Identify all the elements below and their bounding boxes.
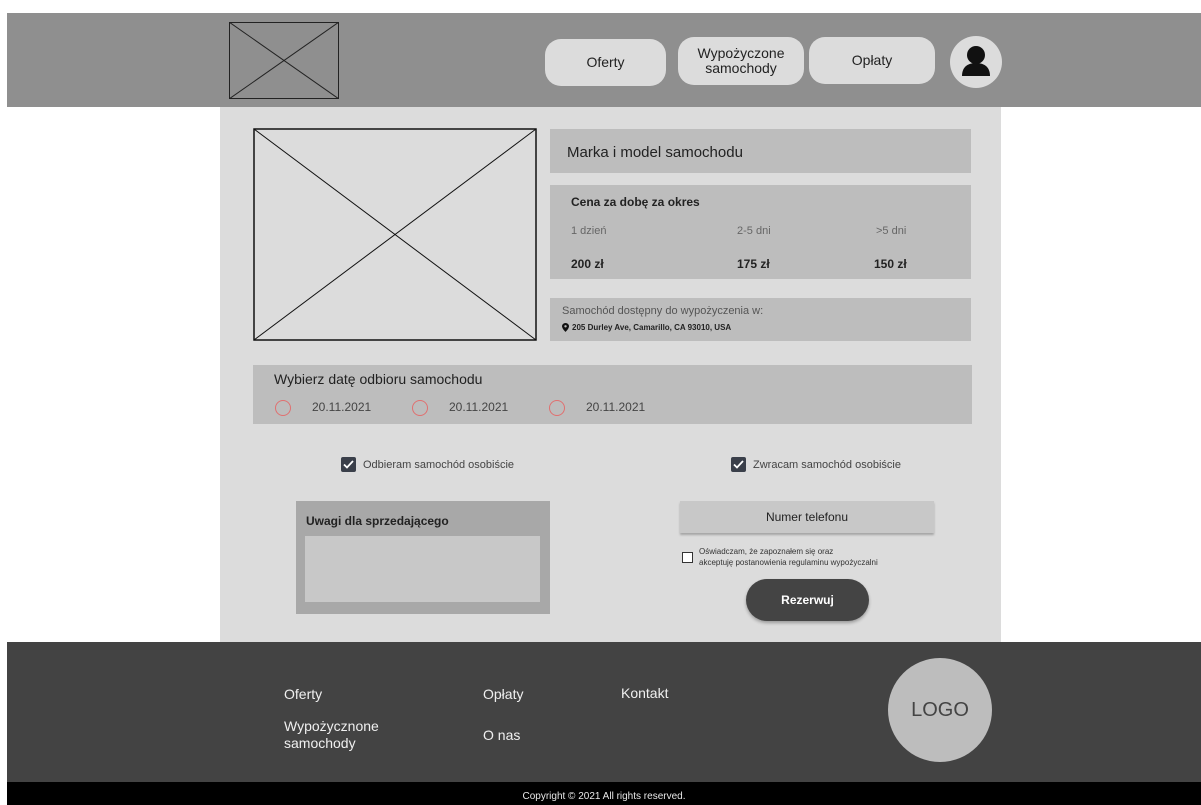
map-pin-icon <box>562 323 569 332</box>
copyright-bar: Copyright © 2021 All rights reserved. <box>7 782 1201 805</box>
pickup-personally-label: Odbieram samochód osobiście <box>363 458 515 471</box>
footer-link-fees[interactable]: Opłaty <box>483 686 523 703</box>
seller-notes-title: Uwagi dla sprzedającego <box>306 514 449 528</box>
terms-text: Oświadczam, że zapoznałem się oraz akcep… <box>699 546 878 568</box>
footer: Oferty Wypożycznone samochody Opłaty O n… <box>7 642 1201 782</box>
copyright-text: Copyright © 2021 All rights reserved. <box>522 791 686 802</box>
logo-placeholder-icon[interactable] <box>229 22 339 99</box>
footer-link-rented-line-2: samochody <box>284 735 356 751</box>
reserve-button[interactable]: Rezerwuj <box>746 579 869 621</box>
footer-link-rented-line-1: Wypożycznone <box>284 718 379 734</box>
nav-rented-cars-label: Wypożyczone samochody <box>697 45 785 76</box>
phone-number-label: Numer telefonu <box>765 510 849 524</box>
location-label: Samochód dostępny do wypożyczenia w: <box>562 305 764 317</box>
footer-link-about[interactable]: O nas <box>483 727 520 744</box>
footer-link-contact[interactable]: Kontakt <box>621 685 668 702</box>
price-heading: Cena za dobę za okres <box>571 195 700 209</box>
pickup-personally-checkbox[interactable]: Odbieram samochód osobiście <box>341 457 514 472</box>
seller-notes-panel: Uwagi dla sprzedającego <box>296 501 550 614</box>
date-radio-2[interactable] <box>412 400 428 416</box>
checkbox-checked-icon <box>341 457 356 472</box>
price-panel: Cena za dobę za okres 1 dzień 2-5 dni >5… <box>550 185 971 279</box>
return-personally-checkbox[interactable]: Zwracam samochód osobiście <box>731 457 901 472</box>
phone-number-field[interactable]: Numer telefonu <box>680 501 934 533</box>
date-option-1: 20.11.2021 <box>312 400 372 414</box>
seller-notes-textarea[interactable] <box>305 536 540 602</box>
terms-text-line-2: akceptuję postanowienia regulaminu wypoż… <box>699 558 878 567</box>
location-address-text: 205 Durley Ave, Camarillo, CA 93010, USA <box>572 323 732 332</box>
pickup-date-title: Wybierz datę odbioru samochodu <box>274 371 483 387</box>
car-title: Marka i model samochodu <box>550 129 971 173</box>
footer-logo: LOGO <box>888 658 992 762</box>
date-option-2: 20.11.2021 <box>449 400 509 414</box>
footer-link-rented-cars[interactable]: Wypożycznone samochody <box>284 718 379 752</box>
footer-link-offers[interactable]: Oferty <box>284 686 322 703</box>
reserve-button-label: Rezerwuj <box>781 593 834 607</box>
terms-checkbox[interactable]: Oświadczam, że zapoznałem się oraz akcep… <box>682 546 878 568</box>
price-value-1: 200 zł <box>571 257 604 271</box>
location-address: 205 Durley Ave, Camarillo, CA 93010, USA <box>562 323 731 332</box>
location-panel: Samochód dostępny do wypożyczenia w: 205… <box>550 298 971 341</box>
avatar[interactable] <box>950 36 1002 88</box>
car-image-placeholder-icon <box>253 128 537 341</box>
nav-rented-cars-button[interactable]: Wypożyczone samochody <box>678 37 804 85</box>
checkbox-checked-icon <box>731 457 746 472</box>
nav-offers-button[interactable]: Oferty <box>545 39 666 86</box>
return-personally-label: Zwracam samochód osobiście <box>753 458 901 471</box>
header-bar: Oferty Wypożyczone samochody Opłaty <box>7 13 1201 107</box>
nav-fees-button[interactable]: Opłaty <box>809 37 935 84</box>
user-icon <box>962 46 990 76</box>
nav-fees-label: Opłaty <box>851 52 893 68</box>
price-period-1: 1 dzień <box>571 225 607 237</box>
pickup-date-panel: Wybierz datę odbioru samochodu 20.11.202… <box>253 365 972 424</box>
date-radio-1[interactable] <box>275 400 291 416</box>
checkbox-empty-icon <box>682 552 693 563</box>
terms-text-line-1: Oświadczam, że zapoznałem się oraz <box>699 547 834 556</box>
price-period-2: 2-5 dni <box>737 225 771 237</box>
date-option-3: 20.11.2021 <box>586 400 646 414</box>
price-value-3: 150 zł <box>874 257 907 271</box>
price-value-2: 175 zł <box>737 257 770 271</box>
nav-offers-label: Oferty <box>586 54 625 70</box>
date-radio-3[interactable] <box>549 400 565 416</box>
price-period-3: >5 dni <box>876 225 907 237</box>
